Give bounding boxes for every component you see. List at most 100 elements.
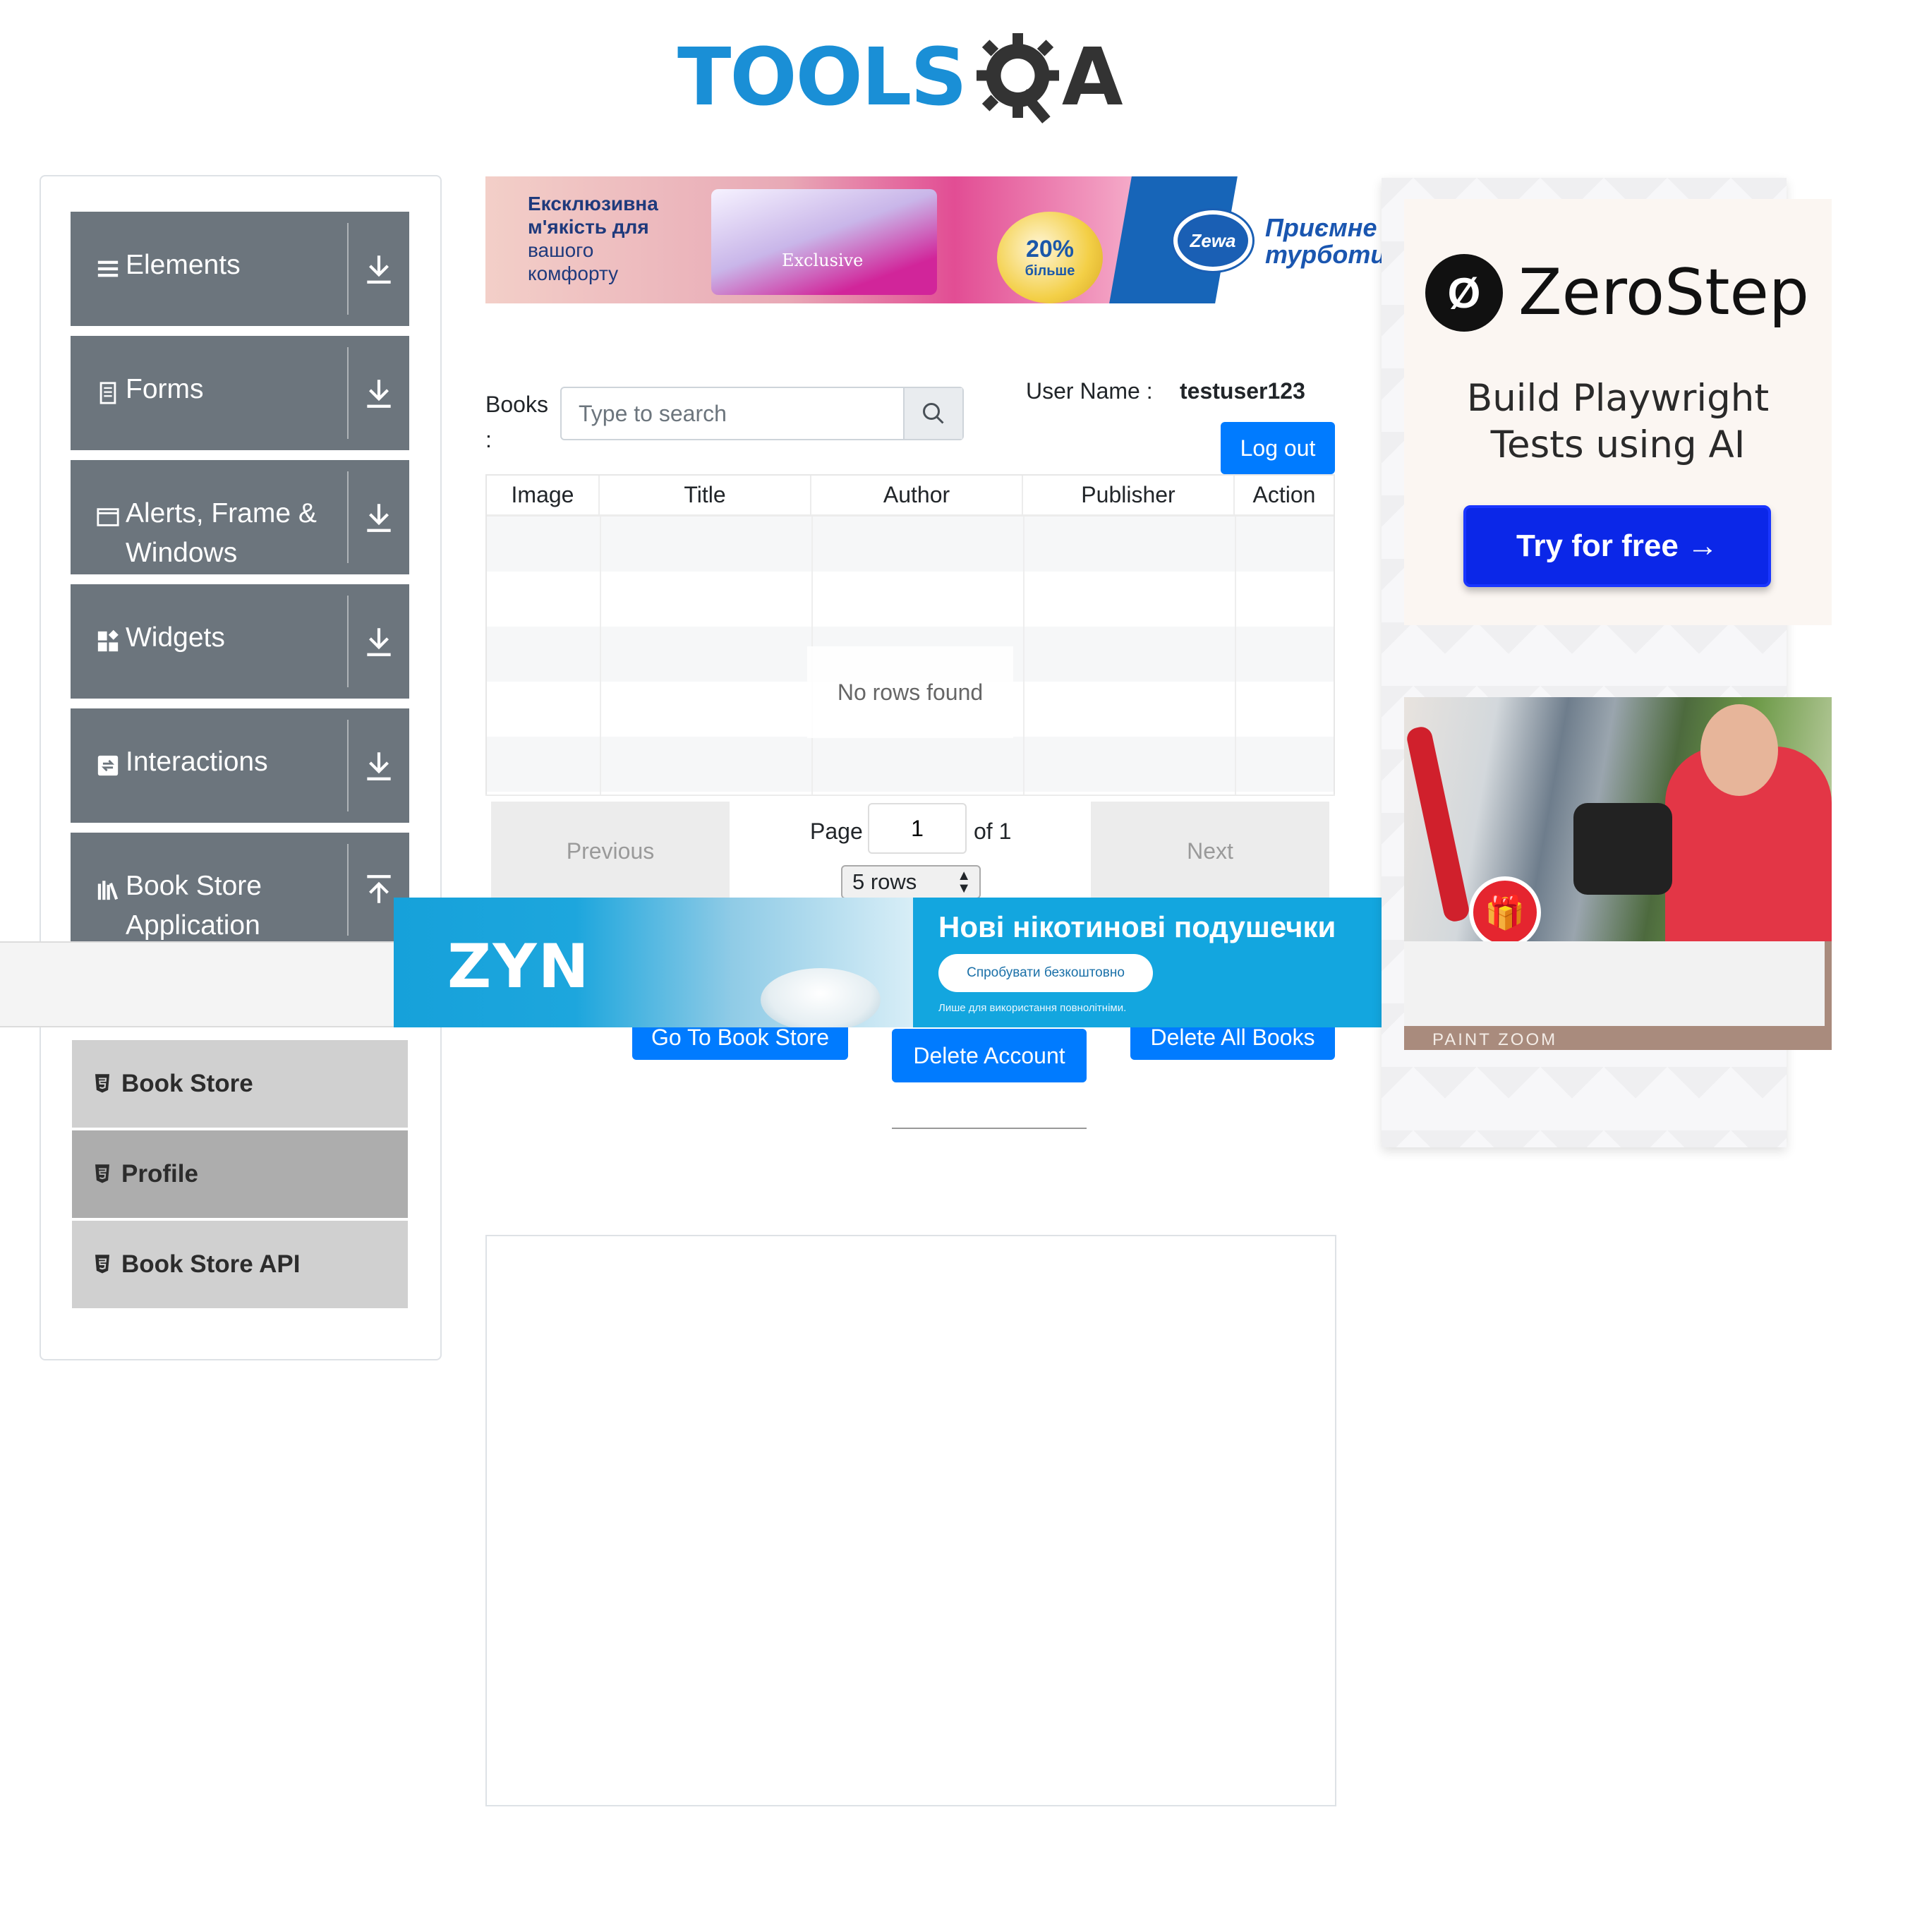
woman-face-image <box>1700 704 1778 796</box>
books-icon <box>97 881 119 900</box>
table-header: Image Title Author Publisher Action <box>487 476 1334 517</box>
column-divider <box>1023 517 1025 799</box>
column-divider <box>600 517 601 799</box>
html5-icon <box>95 1255 109 1274</box>
column-header-author[interactable]: Author <box>811 476 1023 514</box>
sidebar-group-label: Widgets <box>126 622 225 653</box>
ad-overlay-band <box>1404 941 1825 1026</box>
upload-arrow-icon[interactable] <box>361 872 397 907</box>
menu-icon <box>97 260 119 277</box>
search-icon <box>923 403 944 424</box>
sidebar-group-label: Book Store Application <box>126 871 262 941</box>
zyn-logo: ZYN <box>447 931 591 1002</box>
delete-account-button[interactable]: Delete Account <box>892 1029 1087 1082</box>
sidebar-group-interactions[interactable]: Interactions <box>71 708 409 823</box>
sidebar-group-label: Alerts, Frame & Windows <box>126 498 317 568</box>
logo-tools-text: TOOLS <box>677 32 967 123</box>
ad-title: Нові нікотинові подушечки <box>938 910 1336 943</box>
no-rows-message: No rows found <box>807 646 1013 738</box>
sidebar-item-label: Book Store API <box>121 1250 301 1278</box>
toolsqa-logo[interactable]: TOOLS A <box>677 21 1143 134</box>
logo-a-text: A <box>1061 32 1123 123</box>
zyn-banner-ad[interactable]: ZYN Нові нікотинові подушечки Спробувати… <box>394 898 1432 1027</box>
page-total: of 1 <box>974 819 1012 844</box>
sidebar-group-label: Interactions <box>126 747 268 777</box>
paint-zoom-brand: PAINT ZOOM <box>1432 1030 1558 1049</box>
rows-per-page-select[interactable]: 5 rows ▲ ▼ <box>841 865 981 899</box>
product-pack-image <box>711 189 937 295</box>
username-label: User Name : <box>1026 378 1153 404</box>
empty-ad-container <box>485 1235 1336 1806</box>
download-arrow-icon[interactable] <box>361 375 397 411</box>
group-divider <box>347 471 349 563</box>
table-row <box>487 572 1334 627</box>
sidebar-item-book-store-api[interactable]: Book Store API <box>72 1221 408 1308</box>
page-number-input[interactable] <box>868 803 967 854</box>
html5-icon <box>95 1164 109 1183</box>
interactions-icon <box>97 755 119 776</box>
product-pack-label: Exclusive <box>782 250 864 270</box>
try-for-free-button[interactable]: Try for free → <box>1463 505 1771 587</box>
group-divider <box>347 223 349 315</box>
zerostep-ad[interactable]: Ø ZeroStep Build Playwright Tests using … <box>1404 199 1832 625</box>
group-divider <box>347 347 349 439</box>
document-icon <box>99 382 116 404</box>
gift-icon[interactable]: 🎁 <box>1469 876 1541 948</box>
pagination: Previous Page of 1 5 rows ▲▼ Next <box>485 795 1335 900</box>
group-divider <box>347 720 349 811</box>
gear-magnifier-icon <box>976 33 1059 123</box>
ad-copy: Ексклюзивна м'якість для вашого комфорту <box>528 193 658 284</box>
paint-zoom-ad[interactable]: 🎁 PAINT ZOOM <box>1404 697 1832 1050</box>
sidebar-item-label: Profile <box>121 1160 198 1188</box>
ad-disclaimer: Лише для використання повнолітніми. <box>938 1002 1127 1014</box>
paint-gun-image <box>1573 803 1672 895</box>
divider <box>892 1128 1087 1129</box>
search-box <box>560 387 964 440</box>
sidebar-group-elements[interactable]: Elements <box>71 212 409 326</box>
sidebar-group-forms[interactable]: Forms <box>71 336 409 450</box>
zerostep-tagline: Build Playwright Tests using AI <box>1466 377 1770 466</box>
download-arrow-icon[interactable] <box>361 748 397 783</box>
download-arrow-icon[interactable] <box>361 624 397 659</box>
next-button[interactable]: Next <box>1091 802 1329 900</box>
zewa-logo: Zewa <box>1173 210 1252 271</box>
column-header-title[interactable]: Title <box>600 476 811 514</box>
zerostep-logo-icon: Ø <box>1425 254 1503 332</box>
widgets-icon <box>97 629 119 652</box>
select-caret-icon: ▲ ▼ <box>957 868 971 896</box>
promo-badge: 20% більше <box>997 212 1103 303</box>
ad-overlay-band <box>0 941 395 1027</box>
books-label: Books : <box>485 392 548 452</box>
column-header-image[interactable]: Image <box>487 476 600 514</box>
sidebar-group-widgets[interactable]: Widgets <box>71 584 409 699</box>
sidebar-group-book-store-application[interactable]: Book Store Application <box>71 833 409 947</box>
sidebar-group-label: Forms <box>126 374 204 404</box>
page-label: Page <box>810 819 863 844</box>
ad-slogan: Приємне в турботи <box>1265 213 1382 269</box>
zewa-banner-ad[interactable]: Ексклюзивна м'якість для вашого комфорту… <box>485 176 1382 303</box>
product-can-image <box>761 968 881 1027</box>
sidebar-group-label: Elements <box>126 250 241 280</box>
rows-per-page-value: 5 rows <box>852 869 917 894</box>
group-divider <box>347 596 349 687</box>
column-header-action[interactable]: Action <box>1235 476 1334 514</box>
previous-button[interactable]: Previous <box>491 802 730 900</box>
column-divider <box>1235 517 1236 799</box>
column-header-publisher[interactable]: Publisher <box>1023 476 1235 514</box>
logout-button[interactable]: Log out <box>1221 422 1335 474</box>
sidebar-item-book-store[interactable]: Book Store <box>72 1040 408 1128</box>
table-row <box>487 737 1334 792</box>
sidebar-item-profile[interactable]: Profile <box>72 1130 408 1218</box>
sidebar-item-label: Book Store <box>121 1070 253 1097</box>
search-button[interactable] <box>903 388 962 439</box>
sidebar-group-alerts[interactable]: Alerts, Frame & Windows <box>71 460 409 574</box>
sidebar: Elements Forms Alerts, Frame & Windows W… <box>40 175 442 1360</box>
username-value: testuser123 <box>1180 378 1305 404</box>
zerostep-name: ZeroStep <box>1518 255 1810 330</box>
search-input[interactable] <box>562 388 903 439</box>
download-arrow-icon[interactable] <box>361 251 397 286</box>
ad-cta-button[interactable]: Спробувати безкоштовно <box>938 954 1153 992</box>
group-divider <box>347 844 349 936</box>
download-arrow-icon[interactable] <box>361 500 397 535</box>
html5-icon <box>95 1074 109 1093</box>
